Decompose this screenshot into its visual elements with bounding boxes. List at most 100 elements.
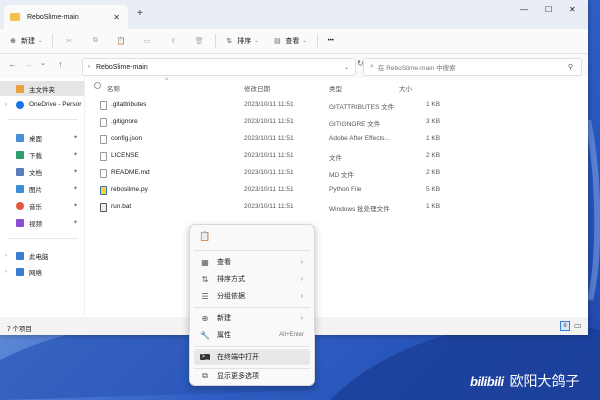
forward-arrow-icon[interactable]: → bbox=[24, 59, 33, 69]
table-row[interactable]: .gitignore 2023/10/11 11:51 GITIGNORE 文件… bbox=[85, 114, 588, 131]
chevron-right-icon[interactable]: › bbox=[5, 253, 7, 259]
close-button[interactable]: ✕ bbox=[569, 5, 576, 14]
sidebar-item-network[interactable]: › 网络 bbox=[0, 264, 84, 279]
file-type: GITATTRIBUTES 文件 bbox=[329, 104, 395, 111]
new-tab-button[interactable]: + bbox=[137, 8, 143, 19]
minimize-button[interactable]: — bbox=[520, 5, 528, 14]
menu-item-sort-by[interactable]: ⇅ 排序方式 › bbox=[194, 271, 310, 287]
pin-icon: ✦ bbox=[72, 203, 78, 209]
paste-icon[interactable]: 📋 bbox=[115, 37, 127, 45]
menu-item-new[interactable]: ⊕ 新建 › bbox=[194, 310, 310, 326]
delete-icon[interactable]: 🗑 bbox=[193, 37, 205, 45]
column-header-name[interactable]: 名称 bbox=[107, 83, 120, 93]
select-all-checkbox[interactable] bbox=[94, 82, 101, 89]
toolbar-divider bbox=[52, 34, 54, 48]
view-icon: ▤ bbox=[274, 38, 281, 45]
file-type: Python File bbox=[329, 186, 362, 193]
menu-item-view[interactable]: ▦ 查看 › bbox=[194, 254, 310, 270]
table-row[interactable]: .gitattributes 2023/10/11 11:51 GITATTRI… bbox=[85, 97, 588, 114]
table-row[interactable]: README.md 2023/10/11 11:51 MD 文件 2 KB bbox=[85, 165, 588, 182]
sidebar-item-label: 网络 bbox=[29, 269, 42, 277]
menu-item-shortcut: Alt+Enter bbox=[279, 332, 304, 338]
file-name: .gitignore bbox=[111, 118, 138, 125]
tiles-view-icon[interactable]: ▭ bbox=[574, 321, 582, 330]
pin-icon: ✦ bbox=[72, 135, 78, 141]
computer-icon bbox=[16, 251, 24, 260]
sidebar-item-music[interactable]: 音乐 ✦ bbox=[0, 198, 84, 213]
sidebar-item-desktop[interactable]: 桌面 ✦ bbox=[0, 130, 84, 145]
desktop-icon bbox=[16, 133, 24, 142]
column-header-size[interactable]: 大小 bbox=[399, 83, 412, 93]
file-icon bbox=[100, 135, 107, 144]
terminal-icon: >_ bbox=[200, 354, 210, 360]
new-button[interactable]: ⊕ 新建 ⌄ bbox=[8, 36, 42, 46]
file-list: 名称 ^ 修改日期 类型 大小 .gitattributes 2023/10/1… bbox=[85, 77, 588, 317]
chevron-down-icon: ⌄ bbox=[38, 38, 43, 44]
search-input[interactable]: ⌕ 在 ReboSlime-main 中搜索 ⚲ bbox=[363, 58, 582, 76]
file-type: 文件 bbox=[329, 155, 342, 162]
menu-item-open-in-terminal[interactable]: >_ 在终端中打开 bbox=[194, 349, 310, 365]
file-name: reboslime.py bbox=[111, 186, 148, 193]
sidebar-item-documents[interactable]: 文档 ✦ bbox=[0, 164, 84, 179]
sidebar-item-label: 图片 bbox=[29, 186, 42, 194]
table-row[interactable]: config.json 2023/10/11 11:51 Adobe After… bbox=[85, 131, 588, 148]
home-icon bbox=[16, 84, 24, 93]
sidebar-item-label: 音乐 bbox=[29, 203, 42, 211]
tab-close-icon[interactable]: ✕ bbox=[113, 13, 120, 22]
share-icon[interactable]: ⇪ bbox=[167, 37, 179, 45]
details-view-icon[interactable]: ≡ bbox=[560, 321, 570, 331]
back-arrow-icon[interactable]: ← bbox=[8, 59, 17, 69]
sidebar-item-this-pc[interactable]: › 此电脑 bbox=[0, 248, 84, 263]
chevron-down-icon: ⌄ bbox=[302, 38, 307, 44]
sidebar-item-downloads[interactable]: 下载 ✦ bbox=[0, 147, 84, 162]
pin-icon: ✦ bbox=[72, 152, 78, 158]
sort-icon: ⇅ bbox=[201, 274, 209, 284]
table-row[interactable]: run.bat 2023/10/11 11:51 Windows 批处理文件 1… bbox=[85, 199, 588, 216]
chevron-right-icon[interactable]: › bbox=[5, 102, 7, 108]
menu-item-group-by[interactable]: ☰ 分组依据 › bbox=[194, 288, 310, 304]
toolbar-divider bbox=[215, 34, 217, 48]
folder-icon bbox=[10, 13, 20, 21]
table-row[interactable]: LICENSE 2023/10/11 11:51 文件 2 KB bbox=[85, 148, 588, 165]
sidebar-item-onedrive[interactable]: › OneDrive - Persor bbox=[0, 97, 84, 112]
cut-icon[interactable]: ✂ bbox=[63, 37, 75, 45]
chevron-right-icon[interactable]: › bbox=[5, 269, 7, 275]
maximize-button[interactable]: ☐ bbox=[545, 5, 552, 14]
table-row[interactable]: reboslime.py 2023/10/11 11:51 Python Fil… bbox=[85, 182, 588, 199]
copy-icon[interactable]: ⧉ bbox=[89, 37, 101, 45]
sidebar-item-videos[interactable]: 视频 ✦ bbox=[0, 215, 84, 230]
rename-icon[interactable]: ▭ bbox=[141, 37, 153, 45]
sidebar-item-label: OneDrive - Persor bbox=[29, 101, 82, 108]
menu-item-properties[interactable]: 🔧 属性 Alt+Enter bbox=[194, 327, 310, 343]
chevron-down-icon[interactable]: ⌄ bbox=[344, 64, 349, 71]
address-bar[interactable]: › ReboSlime-main ⌄ bbox=[82, 58, 356, 76]
more-options-button[interactable]: ••• bbox=[328, 38, 334, 44]
menu-item-label: 在终端中打开 bbox=[217, 354, 259, 361]
sidebar-item-label: 下载 bbox=[29, 152, 42, 160]
chevron-down-icon[interactable]: ⌄ bbox=[40, 59, 46, 67]
column-header-type[interactable]: 类型 bbox=[329, 83, 342, 93]
network-icon bbox=[16, 267, 24, 276]
sidebar-item-home[interactable]: 主文件夹 bbox=[0, 81, 84, 96]
sidebar-item-label: 主文件夹 bbox=[29, 86, 55, 94]
music-icon bbox=[16, 201, 24, 210]
title-bar: ReboSlime-main ✕ + — ☐ ✕ bbox=[0, 0, 588, 29]
chevron-right-icon: › bbox=[300, 275, 303, 283]
bilibili-logo: bilibili bbox=[470, 373, 504, 389]
menu-item-show-more-options[interactable]: ⧉ 显示更多选项 bbox=[194, 368, 310, 384]
up-arrow-icon[interactable]: ↑ bbox=[58, 59, 63, 69]
sidebar-item-label: 桌面 bbox=[29, 135, 42, 143]
tab-reboslime[interactable]: ReboSlime-main ✕ bbox=[4, 5, 128, 29]
sort-button[interactable]: ⇅ 排序 ⌄ bbox=[224, 36, 258, 46]
column-header-modified[interactable]: 修改日期 bbox=[244, 83, 270, 93]
toolbar-divider bbox=[316, 34, 318, 48]
paste-icon[interactable]: 📋 bbox=[199, 231, 210, 242]
search-options-icon[interactable]: ⚲ bbox=[568, 63, 573, 71]
tab-title: ReboSlime-main bbox=[27, 13, 79, 21]
file-size: 2 KB bbox=[426, 152, 441, 159]
file-icon bbox=[100, 152, 107, 161]
watermark-author: 欧阳大鸽子 bbox=[509, 373, 580, 389]
sidebar-item-pictures[interactable]: 图片 ✦ bbox=[0, 181, 84, 196]
file-modified: 2023/10/11 11:51 bbox=[244, 135, 294, 142]
view-button[interactable]: ▤ 查看 ⌄ bbox=[272, 36, 307, 46]
